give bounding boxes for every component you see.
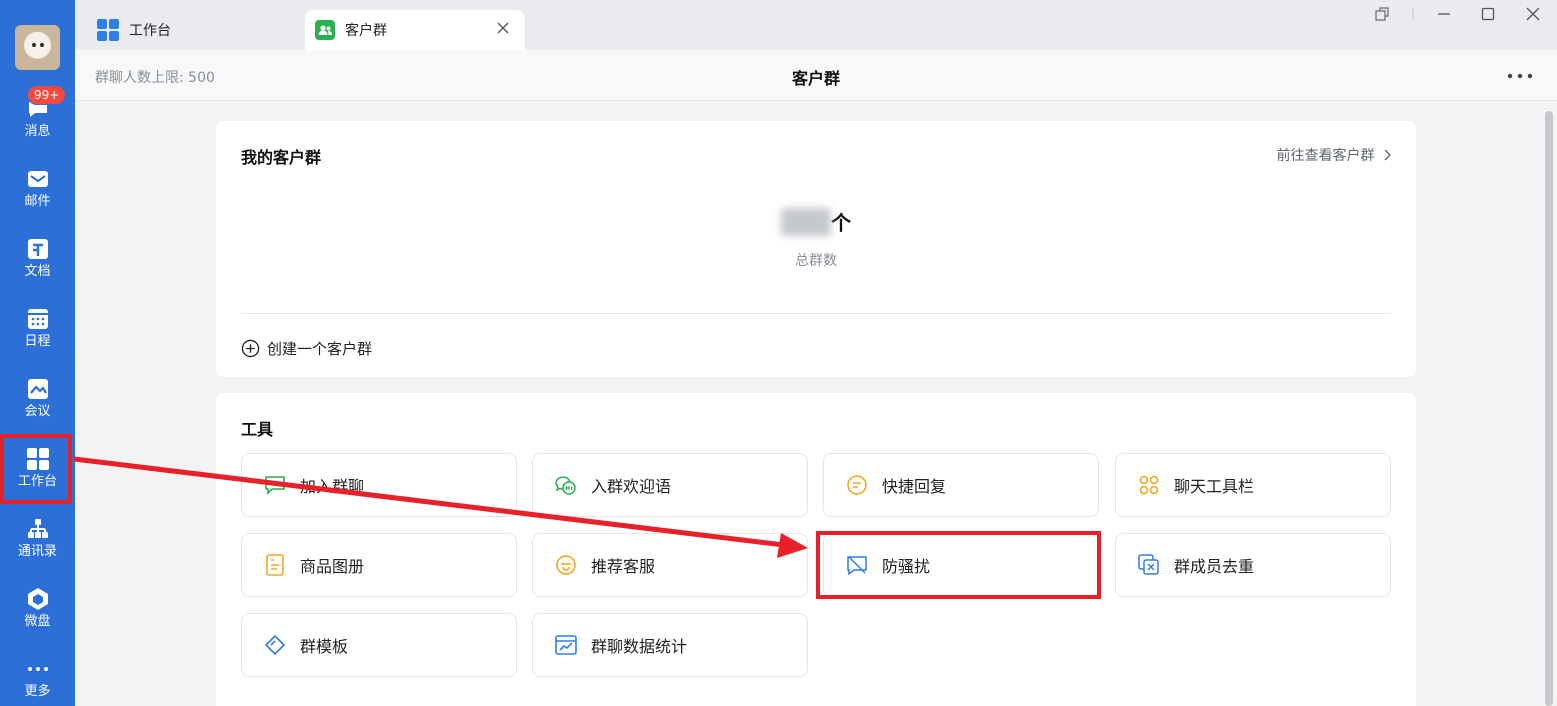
mail-icon: [27, 171, 48, 187]
tool-join-chat[interactable]: 加入群聊: [241, 453, 517, 517]
tool-label: 聊天工具栏: [1174, 477, 1255, 496]
tool-label: 推荐客服: [591, 557, 656, 576]
tab-customer-groups[interactable]: 客户群: [305, 10, 525, 50]
sidebar-item-label: 日程: [24, 334, 51, 349]
recommend-service-icon: [556, 555, 576, 575]
sidebar-item-label: 会议: [24, 404, 51, 419]
tool-label: 入群欢迎语: [591, 477, 672, 496]
anti-harassment-highlight-box: [816, 531, 1101, 599]
sidebar-item-docs[interactable]: 文档: [0, 237, 75, 299]
sidebar-item-drive[interactable]: 微盘: [0, 587, 75, 649]
more-options-icon[interactable]: [1507, 73, 1533, 79]
cloud-disk-icon: [27, 588, 48, 610]
sidebar-item-label: 邮件: [24, 194, 51, 209]
detach-window-icon[interactable]: [1374, 6, 1390, 22]
my-groups-card: 我的客户群 前往查看客户群 个 总群数 创建一个客户群: [216, 121, 1416, 377]
close-window-icon[interactable]: [1525, 6, 1541, 22]
tab-label: 客户群: [345, 23, 387, 39]
tool-chat-statistics[interactable]: 群聊数据统计: [532, 613, 808, 677]
tools-title: 工具: [241, 420, 274, 439]
tool-welcome-message[interactable]: 入群欢迎语: [532, 453, 808, 517]
scrollbar-thumb[interactable]: [1545, 111, 1553, 706]
join-chat-icon: [265, 476, 285, 495]
tool-label: 群成员去重: [1174, 557, 1255, 576]
divider: [241, 313, 1391, 314]
tool-recommend-service[interactable]: 推荐客服: [532, 533, 808, 597]
create-group-button[interactable]: 创建一个客户群: [241, 338, 372, 359]
welcome-message-icon: [555, 476, 576, 495]
my-groups-title: 我的客户群: [241, 148, 322, 167]
customer-group-icon: [315, 20, 335, 40]
unread-badge: 99+: [27, 85, 67, 105]
tool-group-template[interactable]: 群模板: [241, 613, 517, 677]
tool-product-album[interactable]: 商品图册: [241, 533, 517, 597]
group-template-icon: [264, 634, 286, 656]
sidebar-item-label: 通讯录: [17, 544, 57, 559]
sidebar-item-label: 微盘: [24, 614, 51, 629]
sidebar-item-calendar[interactable]: 日程: [0, 307, 75, 369]
chevron-right-icon: [1384, 149, 1391, 161]
sidebar: 消息 99+ 邮件 文档 日程 会议 工作台 通讯录 微盘 更多: [0, 0, 75, 706]
create-group-label: 创建一个客户群: [267, 340, 373, 358]
dedupe-members-icon: [1138, 554, 1159, 575]
view-groups-link[interactable]: 前往查看客户群: [1277, 145, 1391, 165]
workbench-highlight-box: [0, 434, 72, 504]
tool-chat-toolbar[interactable]: 聊天工具栏: [1115, 453, 1391, 517]
calendar-icon: [27, 309, 48, 329]
avatar-eye: [32, 43, 36, 47]
tab-label: 工作台: [129, 23, 171, 39]
tab-bar: 工作台 客户群: [75, 0, 1557, 50]
sidebar-item-contacts[interactable]: 通讯录: [0, 517, 75, 579]
page-header: 群聊人数上限: 500 客户群: [75, 50, 1557, 101]
tool-label: 群聊数据统计: [591, 637, 688, 656]
tool-label: 加入群聊: [300, 477, 365, 496]
document-icon: [27, 239, 48, 259]
sidebar-item-messages[interactable]: 消息 99+: [0, 85, 75, 159]
org-chart-icon: [27, 519, 48, 538]
maximize-icon[interactable]: [1480, 6, 1496, 22]
count-unit: 个: [831, 211, 851, 235]
product-album-icon: [266, 554, 284, 576]
page-title: 客户群: [791, 69, 840, 88]
sidebar-item-more[interactable]: 更多: [0, 657, 75, 706]
sidebar-item-label: 消息: [24, 124, 51, 139]
group-count: 个: [216, 207, 1416, 236]
avatar-eye: [40, 43, 44, 47]
view-groups-link-label: 前往查看客户群: [1276, 148, 1375, 164]
tool-label: 商品图册: [300, 557, 365, 576]
sidebar-item-label: 文档: [24, 264, 51, 279]
avatar[interactable]: [15, 25, 60, 70]
minimize-icon[interactable]: [1436, 6, 1452, 22]
workbench-grid-icon: [97, 19, 119, 41]
sidebar-item-meeting[interactable]: 会议: [0, 377, 75, 439]
meeting-icon: [27, 379, 48, 399]
close-icon[interactable]: [495, 20, 511, 36]
sidebar-item-mail[interactable]: 邮件: [0, 167, 75, 229]
blurred-count-value: [781, 208, 831, 236]
tool-quick-reply[interactable]: 快捷回复: [823, 453, 1099, 517]
scrollbar[interactable]: [1541, 101, 1557, 706]
chat-statistics-icon: [555, 635, 577, 655]
plus-circle-icon: [241, 339, 260, 358]
chat-toolbar-icon: [1139, 475, 1159, 495]
sidebar-item-label: 更多: [24, 684, 51, 699]
more-dots-icon: [27, 667, 48, 671]
quick-reply-icon: [847, 475, 867, 495]
tool-label: 快捷回复: [882, 477, 947, 496]
separator-icon: [1412, 9, 1414, 19]
tool-label: 群模板: [300, 637, 349, 656]
tab-workbench[interactable]: 工作台: [87, 10, 302, 50]
total-groups-label: 总群数: [795, 253, 837, 269]
tool-dedupe-members[interactable]: 群成员去重: [1115, 533, 1391, 597]
